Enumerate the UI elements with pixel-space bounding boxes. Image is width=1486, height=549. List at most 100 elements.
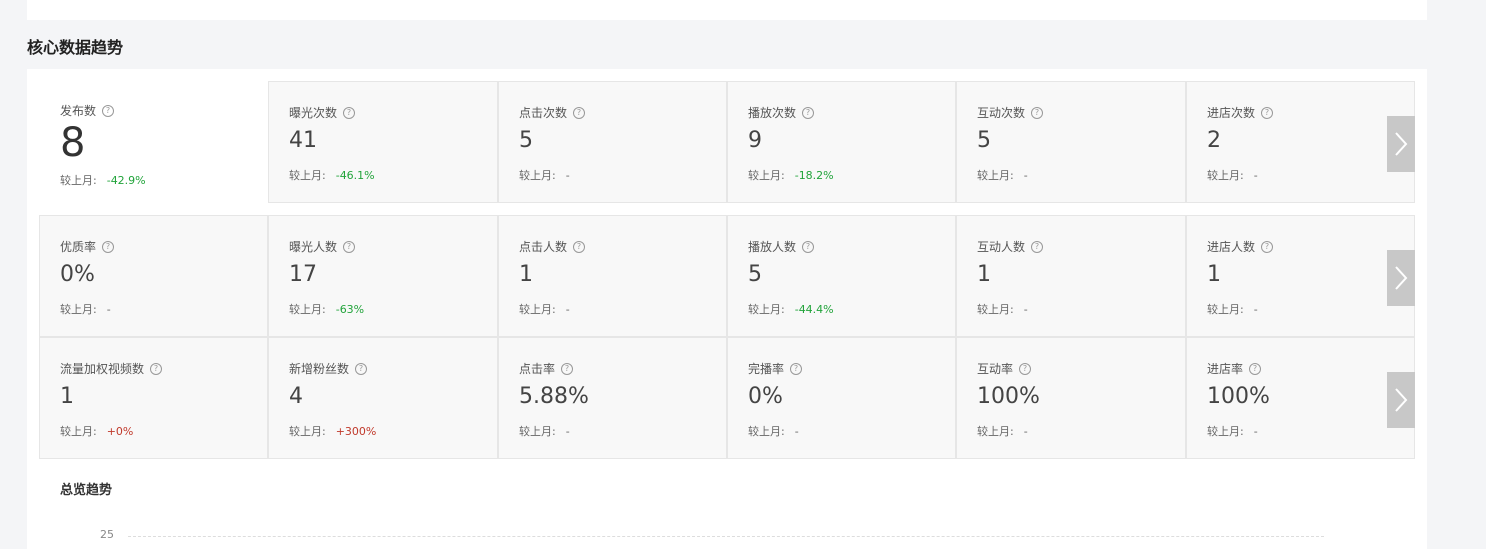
metric-card[interactable]: 进店人数? 1 较上月: - (1186, 215, 1415, 337)
metric-card[interactable]: 进店次数? 2 较上月: - (1186, 81, 1415, 203)
metric-compare: 较上月: +0% (60, 423, 133, 439)
metric-card[interactable]: 互动人数? 1 较上月: - (956, 215, 1186, 337)
metric-card[interactable]: 进店率? 100% 较上月: - (1186, 337, 1415, 459)
metric-label: 播放人数? (748, 238, 815, 255)
metric-compare: 较上月: +300% (289, 423, 376, 439)
metric-label-text: 播放人数 (748, 240, 797, 254)
metric-compare: 较上月: - (519, 167, 570, 183)
compare-label: 较上月: (977, 303, 1014, 316)
metric-delta: +0% (106, 425, 134, 438)
metric-label-text: 进店人数 (1207, 240, 1256, 254)
metric-value: 100% (977, 384, 1040, 409)
metric-card[interactable]: 互动率? 100% 较上月: - (956, 337, 1186, 459)
question-circle-icon[interactable]: ? (790, 362, 803, 375)
question-circle-icon[interactable]: ? (102, 104, 115, 117)
metric-delta: - (1023, 425, 1028, 438)
metric-delta: -63% (335, 303, 365, 316)
question-circle-icon[interactable]: ? (355, 362, 368, 375)
metric-card[interactable]: 点击次数? 5 较上月: - (498, 81, 727, 203)
metric-value: 41 (289, 128, 317, 153)
metric-label-text: 互动率 (977, 362, 1014, 376)
metric-delta: -46.1% (335, 169, 375, 182)
metric-label: 优质率? (60, 238, 115, 255)
question-circle-icon[interactable]: ? (343, 240, 356, 253)
metric-card[interactable]: 播放人数? 5 较上月: -44.4% (727, 215, 956, 337)
metric-card[interactable]: 完播率? 0% 较上月: - (727, 337, 956, 459)
metric-label-text: 点击人数 (519, 240, 568, 254)
metric-value: 5 (977, 128, 991, 153)
metric-value: 5 (748, 262, 762, 287)
metric-compare: 较上月: - (1207, 167, 1258, 183)
compare-label: 较上月: (60, 303, 97, 316)
metric-card[interactable]: 曝光次数? 41 较上月: -46.1% (268, 81, 498, 203)
compare-label: 较上月: (1207, 169, 1244, 182)
metric-compare: 较上月: -44.4% (748, 301, 834, 317)
metric-delta: - (106, 303, 111, 316)
metric-value: 1 (1207, 262, 1221, 287)
metric-card[interactable]: 优质率? 0% 较上月: - (39, 215, 268, 337)
metric-label-text: 互动人数 (977, 240, 1026, 254)
question-circle-icon[interactable]: ? (573, 240, 586, 253)
metric-label-text: 进店率 (1207, 362, 1244, 376)
metric-delta: - (794, 425, 799, 438)
metric-label-text: 完播率 (748, 362, 785, 376)
question-circle-icon[interactable]: ? (1261, 106, 1274, 119)
metric-card[interactable]: 播放次数? 9 较上月: -18.2% (727, 81, 956, 203)
chevron-right-icon (1395, 132, 1408, 156)
metric-card[interactable]: 点击率? 5.88% 较上月: - (498, 337, 727, 459)
compare-label: 较上月: (748, 303, 785, 316)
next-page-button[interactable] (1387, 250, 1415, 306)
question-circle-icon[interactable]: ? (1031, 240, 1044, 253)
metric-label: 新增粉丝数? (289, 360, 368, 377)
metric-card[interactable]: 发布数? 8 较上月: -42.9% (39, 81, 268, 203)
metric-card[interactable]: 点击人数? 1 较上月: - (498, 215, 727, 337)
metric-card[interactable]: 曝光人数? 17 较上月: -63% (268, 215, 498, 337)
metric-value: 5.88% (519, 384, 589, 409)
next-page-button[interactable] (1387, 372, 1415, 428)
metric-compare: 较上月: - (748, 423, 799, 439)
question-circle-icon[interactable]: ? (802, 106, 815, 119)
metric-label: 点击次数? (519, 104, 586, 121)
question-circle-icon[interactable]: ? (561, 362, 574, 375)
metric-value: 8 (60, 120, 86, 166)
metric-card[interactable]: 互动次数? 5 较上月: - (956, 81, 1186, 203)
section-title: 核心数据趋势 (27, 38, 124, 57)
metric-value: 1 (519, 262, 533, 287)
metric-label-text: 播放次数 (748, 106, 797, 120)
chevron-right-icon (1395, 266, 1408, 290)
compare-label: 较上月: (519, 169, 556, 182)
metric-delta: - (1023, 169, 1028, 182)
metric-delta: - (565, 425, 570, 438)
question-circle-icon[interactable]: ? (1261, 240, 1274, 253)
question-circle-icon[interactable]: ? (150, 362, 163, 375)
question-circle-icon[interactable]: ? (102, 240, 115, 253)
metric-delta: - (1253, 303, 1258, 316)
compare-label: 较上月: (289, 425, 326, 438)
metric-label-text: 互动次数 (977, 106, 1026, 120)
question-circle-icon[interactable]: ? (1031, 106, 1044, 119)
question-circle-icon[interactable]: ? (1249, 362, 1262, 375)
metric-compare: 较上月: - (1207, 301, 1258, 317)
metric-value: 9 (748, 128, 762, 153)
metric-label: 互动次数? (977, 104, 1044, 121)
metric-label-text: 流量加权视频数 (60, 362, 145, 376)
metric-compare: 较上月: - (977, 301, 1028, 317)
metric-value: 1 (977, 262, 991, 287)
metric-label-text: 点击率 (519, 362, 556, 376)
compare-label: 较上月: (977, 425, 1014, 438)
compare-label: 较上月: (1207, 303, 1244, 316)
metric-card[interactable]: 流量加权视频数? 1 较上月: +0% (39, 337, 268, 459)
compare-label: 较上月: (289, 303, 326, 316)
compare-label: 较上月: (289, 169, 326, 182)
chevron-right-icon (1395, 388, 1408, 412)
question-circle-icon[interactable]: ? (343, 106, 356, 119)
metric-compare: 较上月: -46.1% (289, 167, 375, 183)
metric-card[interactable]: 新增粉丝数? 4 较上月: +300% (268, 337, 498, 459)
question-circle-icon[interactable]: ? (573, 106, 586, 119)
metric-compare: 较上月: - (519, 301, 570, 317)
question-circle-icon[interactable]: ? (1019, 362, 1032, 375)
next-page-button[interactable] (1387, 116, 1415, 172)
metric-value: 0% (748, 384, 783, 409)
question-circle-icon[interactable]: ? (802, 240, 815, 253)
metric-label-text: 曝光人数 (289, 240, 338, 254)
